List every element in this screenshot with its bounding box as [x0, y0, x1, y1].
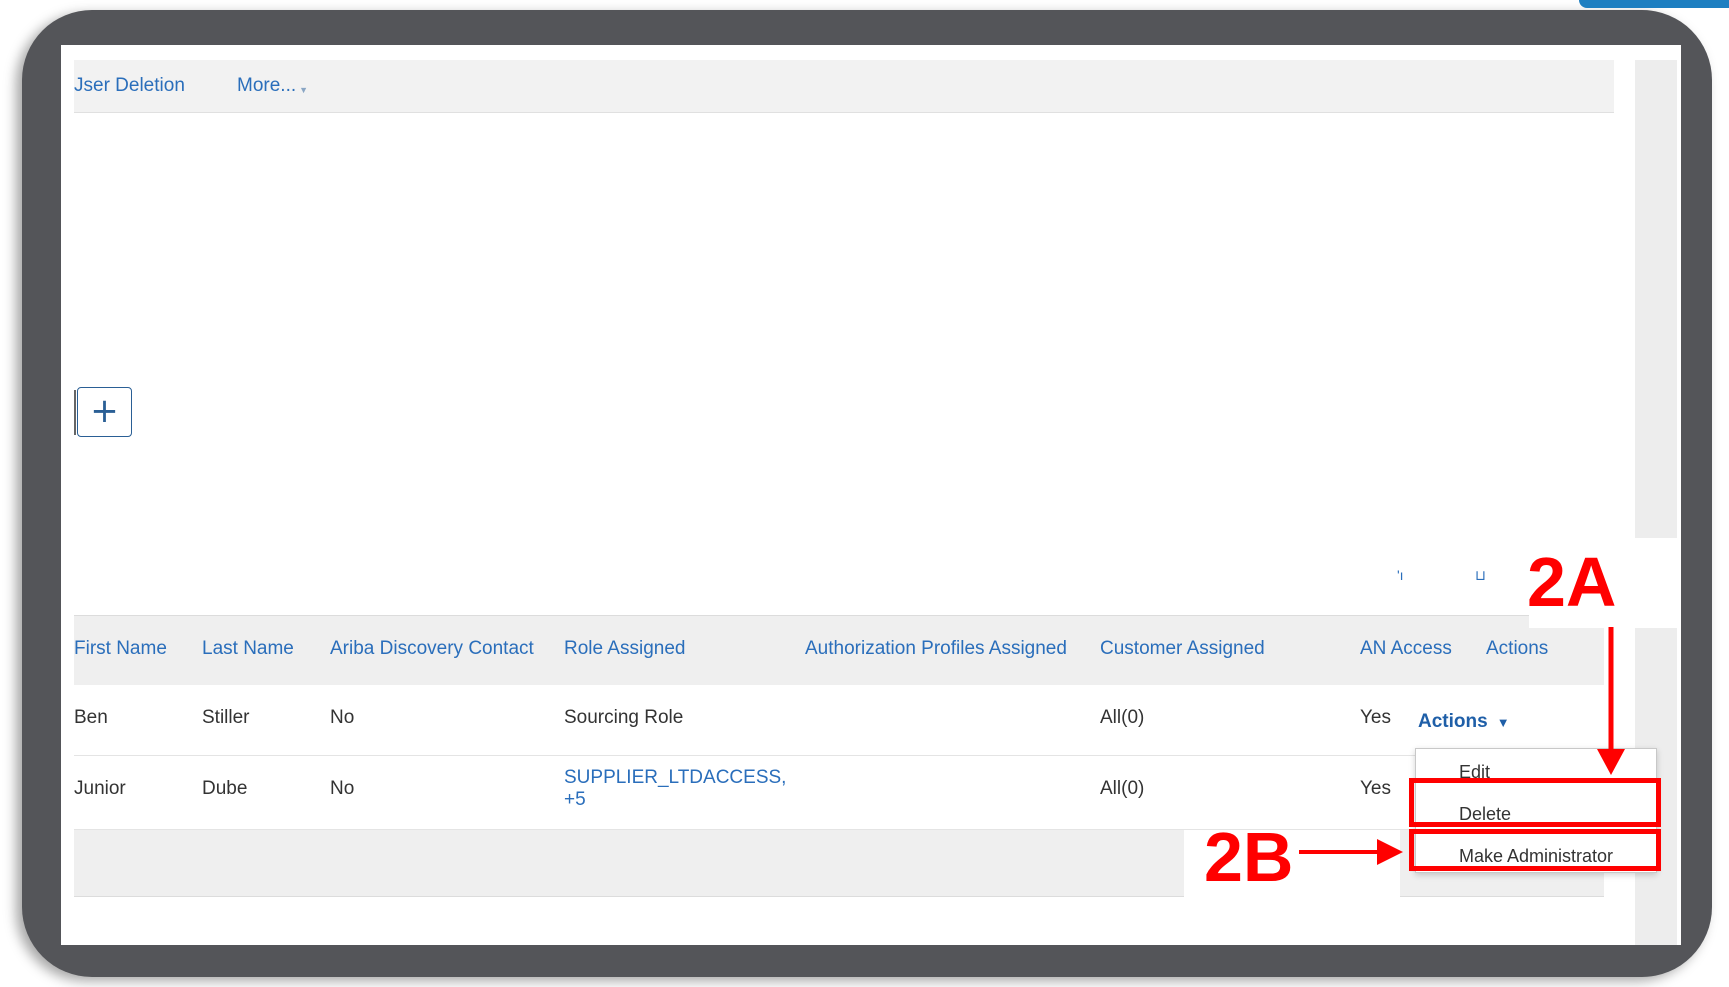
annotation-label-2b: 2B [1204, 818, 1294, 896]
plus-icon: + [90, 391, 119, 431]
cell-discovery-contact: No [330, 707, 355, 728]
table-row: Ben Stiller No Sourcing Role All(0) Yes [74, 685, 1604, 756]
filter-icon[interactable]: 'ı [1397, 567, 1404, 583]
tab-more-label: More... [237, 75, 297, 96]
header-an-access[interactable]: AN Access [1360, 638, 1452, 660]
header-auth-profiles[interactable]: Authorization Profiles Assigned [805, 638, 1067, 660]
cell-last-name: Stiller [202, 707, 250, 728]
cell-customer-assigned: All(0) [1100, 778, 1145, 799]
annotation-label-2a: 2A [1527, 543, 1617, 621]
cell-role-assigned: Sourcing Role [564, 707, 684, 728]
cell-last-name: Dube [202, 778, 248, 799]
table-row: Junior Dube No SUPPLIER_LTDACCESS, +5 Al… [74, 756, 1604, 830]
cell-first-name: Junior [74, 778, 126, 799]
highlight-make-administrator [1409, 829, 1661, 871]
add-user-button[interactable]: + [77, 387, 132, 437]
corner-accent [1579, 0, 1729, 8]
tab-user-deletion[interactable]: Jser Deletion [74, 75, 185, 97]
export-icon[interactable]: ⊔ [1475, 567, 1486, 584]
header-actions: Actions [1486, 638, 1549, 659]
header-role-assigned[interactable]: Role Assigned [564, 638, 685, 660]
cell-discovery-contact: No [330, 778, 355, 799]
cell-first-name: Ben [74, 707, 108, 728]
panel-edge [74, 390, 76, 435]
cell-an-access: Yes [1360, 707, 1391, 728]
caret-down-icon: ▼ [1496, 715, 1510, 730]
highlight-delete [1409, 778, 1661, 827]
row-actions-button[interactable]: Actions ▼ [1418, 711, 1510, 733]
cell-role-assigned-link[interactable]: SUPPLIER_LTDACCESS, +5 [564, 767, 786, 811]
annotation-arrow-2b [1299, 839, 1403, 865]
annotation-arrow-2a [1597, 627, 1625, 775]
header-discovery-contact[interactable]: Ariba Discovery Contact [330, 638, 534, 660]
actions-button-label: Actions [1418, 711, 1488, 732]
cell-customer-assigned: All(0) [1100, 707, 1145, 728]
role-assigned-primary: SUPPLIER_LTDACCESS, [564, 767, 787, 788]
tab-bar: Jser Deletion More... ▼ [74, 60, 1614, 113]
header-last-name[interactable]: Last Name [202, 638, 294, 660]
chevron-down-icon: ▼ [299, 85, 309, 95]
app-screen: Jser Deletion More...▼ + 'ı ⊔ ▪▪▪ First … [61, 45, 1681, 945]
header-first-name[interactable]: First Name [74, 638, 167, 660]
cell-an-access: Yes [1360, 778, 1391, 799]
header-customer-assigned[interactable]: Customer Assigned [1100, 638, 1265, 660]
table-header: First Name Last Name Ariba Discovery Con… [74, 615, 1604, 686]
role-assigned-more: +5 [564, 789, 586, 810]
tab-more[interactable]: More... ▼ [237, 75, 308, 97]
